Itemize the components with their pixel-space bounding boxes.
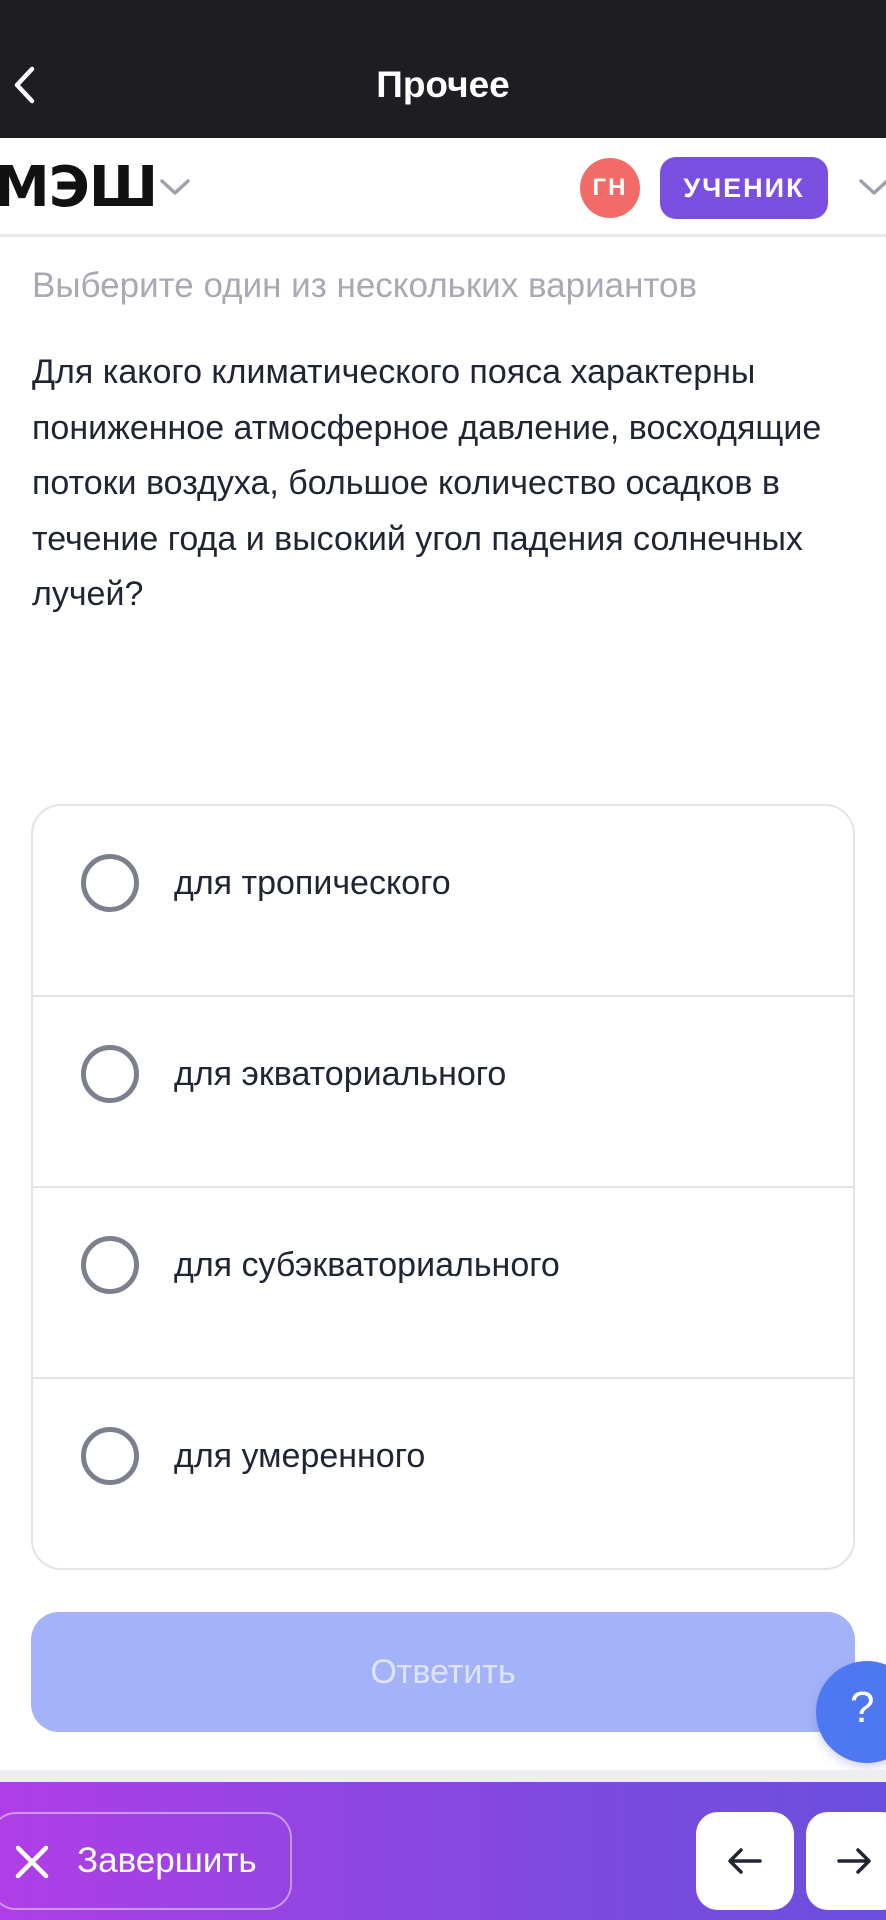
bottom-divider xyxy=(0,1770,886,1782)
help-icon: ? xyxy=(850,1683,875,1732)
close-icon xyxy=(15,1845,49,1879)
answer-option-2[interactable]: для экваториального xyxy=(33,997,853,1188)
question-text: Для какого климатического пояса характер… xyxy=(32,353,822,613)
answer-option-3[interactable]: для субэкваториального xyxy=(33,1188,853,1379)
next-question-button[interactable] xyxy=(806,1812,886,1910)
finish-button-label: Завершить xyxy=(77,1841,257,1880)
profile-dropdown[interactable] xyxy=(858,172,886,202)
answer-option-label: для экваториального xyxy=(174,1055,507,1093)
top-navbar: Прочее xyxy=(0,0,886,138)
answer-option-label: для тропического xyxy=(174,864,451,902)
bottom-action-bar: Завершить xyxy=(0,1782,886,1920)
answer-option-label: для умеренного xyxy=(174,1437,426,1475)
app-header: МЭШ ГН УЧЕНИК xyxy=(0,138,886,237)
finish-button[interactable]: Завершить xyxy=(0,1812,292,1910)
answer-option-4[interactable]: для умеренного xyxy=(33,1379,853,1568)
previous-question-button[interactable] xyxy=(696,1812,794,1910)
question-instruction: Выберите один из нескольких вариантов xyxy=(32,266,698,305)
role-badge[interactable]: УЧЕНИК xyxy=(660,157,828,219)
radio-button[interactable] xyxy=(81,1045,139,1103)
submit-answer-button[interactable]: Ответить xyxy=(31,1612,855,1732)
chevron-down-icon xyxy=(160,179,190,195)
radio-button[interactable] xyxy=(81,854,139,912)
answer-option-1[interactable]: для тропического xyxy=(33,806,853,997)
page-title: Прочее xyxy=(376,64,510,105)
app-logo: МЭШ xyxy=(0,155,158,220)
radio-button[interactable] xyxy=(81,1427,139,1485)
user-avatar[interactable]: ГН xyxy=(580,158,640,218)
answer-options: для тропического для экваториального для… xyxy=(31,804,855,1570)
arrow-right-icon xyxy=(837,1848,871,1874)
chevron-down-icon xyxy=(859,179,886,195)
arrow-left-icon xyxy=(728,1848,762,1874)
app-switcher-dropdown[interactable] xyxy=(157,172,193,202)
answer-option-label: для субэкваториального xyxy=(174,1246,560,1284)
radio-button[interactable] xyxy=(81,1236,139,1294)
